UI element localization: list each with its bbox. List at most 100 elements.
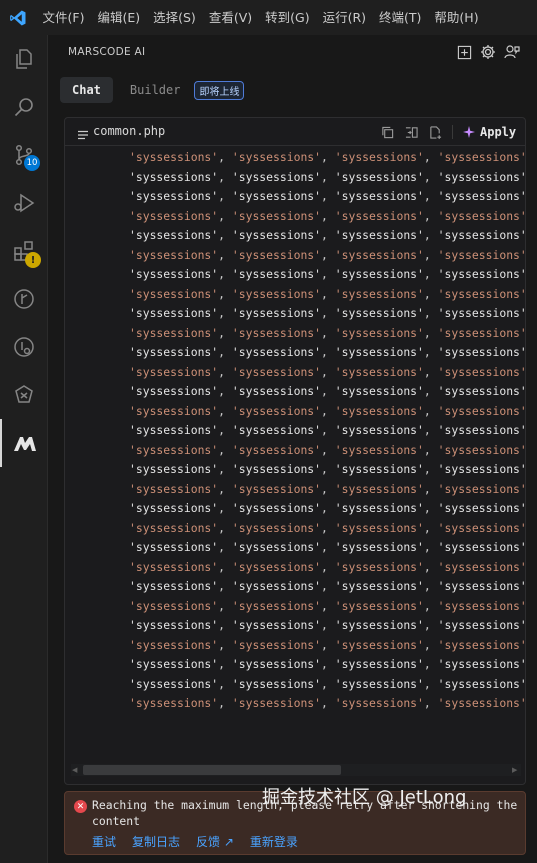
menu-run[interactable]: 运行(R) [316, 0, 372, 35]
code-line: 'syssessions', 'syssessions', 'syssessio… [129, 558, 525, 578]
code-line: 'syssessions', 'syssessions', 'syssessio… [129, 324, 525, 344]
separator-token: , [218, 540, 232, 554]
sparkle-icon [463, 126, 475, 138]
menu-bar: 文件(F) 编辑(E) 选择(S) 查看(V) 转到(G) 运行(R) 终端(T… [0, 0, 537, 35]
string-token: 'syssessions' [129, 267, 219, 281]
remote-explorer-icon[interactable] [0, 323, 48, 371]
separator-token: , [218, 306, 232, 320]
string-token: 'syssessions' [334, 657, 424, 671]
string-token: 'syssessions' [334, 228, 424, 242]
separator-token: , [321, 247, 335, 262]
insert-at-cursor-icon[interactable] [403, 124, 419, 140]
separator-token: , [321, 384, 335, 398]
string-token: 'syssessions' [334, 189, 424, 203]
string-token: 'syssessions' [334, 481, 424, 496]
string-token: 'syssessions' [129, 481, 219, 496]
scroll-left-icon[interactable]: ◀ [72, 766, 77, 774]
string-token: 'syssessions' [231, 657, 322, 671]
apply-button[interactable]: Apply [463, 122, 516, 142]
new-chat-icon[interactable] [455, 43, 473, 61]
marscode-icon[interactable] [0, 419, 48, 467]
code-line: 'syssessions', 'syssessions', 'syssessio… [129, 168, 525, 188]
string-token: 'syssessions' [437, 423, 525, 437]
string-token: 'syssessions' [437, 286, 525, 301]
separator-token: , [321, 618, 335, 632]
string-token: 'syssessions' [334, 501, 424, 515]
marscode-panel: MARSCODE AI Chat Builder 即将上线 common.php [48, 35, 537, 863]
feedback-link[interactable]: 反馈 ↗ [196, 833, 234, 850]
menu-selection[interactable]: 选择(S) [147, 0, 203, 35]
separator-token: , [321, 364, 335, 379]
code-line: 'syssessions', 'syssessions', 'syssessio… [129, 285, 525, 305]
separator-token: , [218, 345, 232, 359]
code-line: 'syssessions', 'syssessions', 'syssessio… [129, 421, 525, 441]
explorer-icon[interactable] [0, 35, 48, 83]
string-token: 'syssessions' [334, 325, 424, 340]
panel-header: MARSCODE AI [48, 35, 537, 69]
scrollbar-thumb[interactable] [83, 765, 341, 775]
tab-chat[interactable]: Chat [60, 77, 113, 103]
source-control-icon[interactable]: 10 [0, 131, 48, 179]
menu-file[interactable]: 文件(F) [36, 0, 91, 35]
search-icon[interactable] [0, 83, 48, 131]
separator-token: , [423, 696, 438, 710]
separator-token: , [321, 657, 335, 671]
separator-token: , [321, 286, 335, 301]
separator-token: , [423, 286, 438, 301]
separator-token: , [321, 189, 335, 203]
extensions-icon[interactable]: ! [0, 227, 48, 275]
tab-builder[interactable]: Builder [118, 77, 193, 103]
extensions-warning-icon: ! [25, 252, 41, 268]
code-line: 'syssessions', 'syssessions', 'syssessio… [129, 441, 525, 461]
code-line: 'syssessions', 'syssessions', 'syssessio… [129, 226, 525, 246]
separator-token: , [218, 598, 232, 613]
relogin-link[interactable]: 重新登录 [250, 833, 298, 850]
string-token: 'syssessions' [437, 579, 525, 593]
string-token: 'syssessions' [334, 423, 424, 437]
separator-token: , [423, 579, 438, 593]
ai-assistant-icon[interactable] [0, 371, 48, 419]
scroll-right-icon[interactable]: ▶ [512, 766, 517, 774]
string-token: 'syssessions' [129, 208, 219, 223]
account-feedback-icon[interactable] [503, 43, 521, 61]
vscode-logo-icon[interactable] [0, 0, 36, 35]
copy-icon[interactable] [379, 124, 395, 140]
header-divider [452, 125, 453, 139]
menu-view[interactable]: 查看(V) [202, 0, 258, 35]
separator-token: , [321, 150, 335, 164]
string-token: 'syssessions' [437, 540, 525, 554]
menu-go[interactable]: 转到(G) [259, 0, 316, 35]
run-debug-icon[interactable] [0, 179, 48, 227]
code-line: 'syssessions', 'syssessions', 'syssessio… [129, 187, 525, 207]
git-graph-icon[interactable] [0, 275, 48, 323]
separator-token: , [218, 325, 232, 340]
separator-token: , [423, 150, 438, 164]
separator-token: , [218, 637, 232, 652]
separator-token: , [321, 442, 335, 457]
separator-token: , [218, 676, 232, 691]
separator-token: , [218, 696, 232, 710]
menu-terminal[interactable]: 终端(T) [373, 0, 428, 35]
separator-token: , [218, 481, 232, 496]
horizontal-scrollbar[interactable]: ◀ ▶ [71, 764, 521, 776]
new-file-icon[interactable] [427, 124, 443, 140]
separator-token: , [423, 247, 438, 262]
separator-token: , [423, 325, 438, 340]
separator-token: , [218, 364, 232, 379]
string-token: 'syssessions' [231, 306, 322, 320]
retry-link[interactable]: 重试 [92, 833, 116, 850]
code-content[interactable]: 'syssessions', 'syssessions', 'syssessio… [65, 148, 525, 748]
menu-help[interactable]: 帮助(H) [428, 0, 485, 35]
separator-token: , [218, 520, 232, 535]
string-token: 'syssessions' [129, 618, 219, 632]
string-token: 'syssessions' [437, 403, 525, 418]
menu-edit[interactable]: 编辑(E) [91, 0, 147, 35]
copy-log-link[interactable]: 复制日志 [132, 833, 180, 850]
string-token: 'syssessions' [129, 286, 219, 301]
separator-token: , [218, 247, 232, 262]
separator-token: , [218, 267, 232, 281]
gear-icon[interactable] [479, 43, 497, 61]
separator-token: , [218, 657, 232, 671]
separator-token: , [423, 501, 438, 515]
separator-token: , [423, 169, 438, 184]
